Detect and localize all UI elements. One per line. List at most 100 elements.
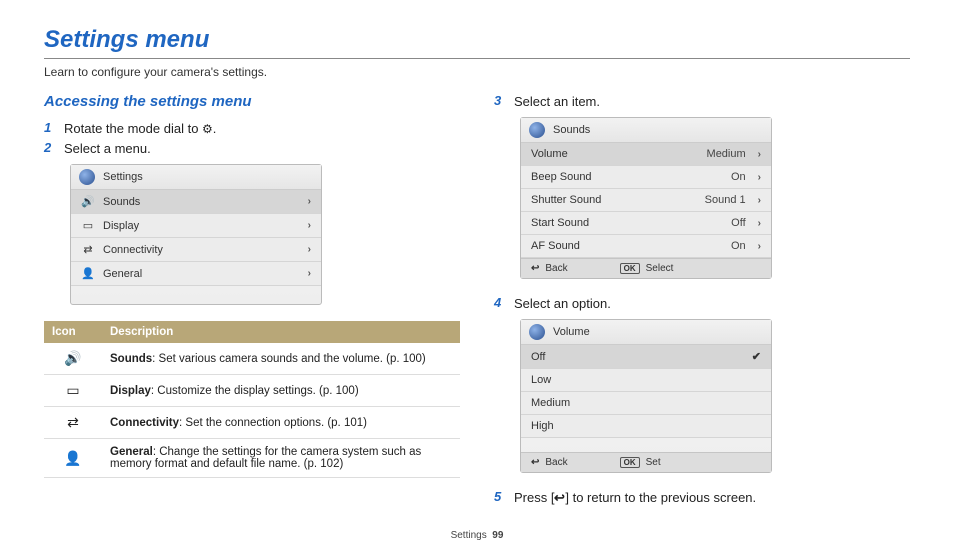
step-2: 2 Select a menu.	[44, 140, 460, 156]
volume-option-high[interactable]: High	[521, 415, 771, 438]
step-5: 5 Press [↪] to return to the previous sc…	[494, 489, 910, 506]
chevron-right-icon: ›	[308, 220, 311, 231]
camera-ui-volume: Volume Off ✔ Low Medium High ↪ Back OK S…	[520, 319, 772, 473]
sounds-item-shutter[interactable]: Shutter Sound Sound 1 ›	[521, 189, 771, 212]
volume-option-medium[interactable]: Medium	[521, 392, 771, 415]
section-heading: Accessing the settings menu	[44, 93, 460, 110]
display-icon: ▭	[44, 375, 102, 407]
row-desc: : Change the settings for the camera sys…	[110, 446, 421, 470]
camera-ui-sounds: Sounds Volume Medium › Beep Sound On › S…	[520, 117, 772, 279]
step-2-text: Select a menu.	[64, 140, 151, 156]
th-icon: Icon	[44, 321, 102, 343]
sounds-item-beep[interactable]: Beep Sound On ›	[521, 166, 771, 189]
chevron-right-icon: ›	[758, 172, 761, 183]
connectivity-icon: ⇄	[44, 407, 102, 439]
ok-icon: OK	[620, 263, 640, 274]
camera-ui-settings: Settings 🔊 Sounds › ▭ Display › ⇄ Connec…	[70, 164, 322, 305]
option-label: Off	[531, 351, 744, 363]
chevron-right-icon: ›	[758, 241, 761, 252]
icon-description-table: Icon Description 🔊 Sounds: Set various c…	[44, 321, 460, 478]
table-row: 🔊 Sounds: Set various camera sounds and …	[44, 343, 460, 375]
item-label: Beep Sound	[531, 171, 723, 183]
step-5-text-after: ] to return to the previous screen.	[565, 490, 756, 505]
footer-section: Settings	[451, 530, 487, 541]
mode-dial-icon	[529, 324, 545, 340]
item-value: On	[731, 171, 746, 183]
item-label: Start Sound	[531, 217, 723, 229]
cam2-title: Sounds	[553, 124, 590, 136]
menu-item-connectivity[interactable]: ⇄ Connectivity ›	[71, 238, 321, 262]
row-bold: Connectivity	[110, 417, 179, 429]
chevron-right-icon: ›	[758, 195, 761, 206]
step-4-text: Select an option.	[514, 295, 611, 311]
ok-icon: OK	[620, 457, 640, 468]
item-value: Medium	[707, 148, 746, 160]
chevron-right-icon: ›	[758, 218, 761, 229]
item-value: On	[731, 240, 746, 252]
sounds-item-af[interactable]: AF Sound On ›	[521, 235, 771, 258]
table-row: 👤 General: Change the settings for the c…	[44, 439, 460, 478]
gear-icon: ⚙	[202, 122, 213, 136]
menu-label: Sounds	[103, 196, 296, 208]
mode-dial-icon	[529, 122, 545, 138]
item-label: Volume	[531, 148, 699, 160]
page-footer: Settings 99	[0, 530, 954, 541]
step-number: 3	[494, 93, 506, 108]
sound-icon: 🔊	[44, 343, 102, 375]
footer-action-label[interactable]: Set	[646, 457, 661, 468]
menu-item-general[interactable]: 👤 General ›	[71, 262, 321, 286]
step-number: 5	[494, 489, 506, 504]
connectivity-icon: ⇄	[81, 243, 95, 256]
footer-back-label[interactable]: Back	[545, 457, 567, 468]
mode-dial-icon	[79, 169, 95, 185]
step-1-text-before: Rotate the mode dial to	[64, 121, 202, 136]
row-bold: Sounds	[110, 353, 152, 365]
chevron-right-icon: ›	[308, 268, 311, 279]
menu-label: General	[103, 268, 296, 280]
row-desc: : Set various camera sounds and the volu…	[152, 353, 426, 365]
option-label: Medium	[531, 397, 761, 409]
table-row: ▭ Display: Customize the display setting…	[44, 375, 460, 407]
item-label: Shutter Sound	[531, 194, 697, 206]
menu-label: Display	[103, 220, 296, 232]
title-rule	[44, 58, 910, 59]
row-desc: : Customize the display settings. (p. 10…	[151, 385, 359, 397]
table-row: ⇄ Connectivity: Set the connection optio…	[44, 407, 460, 439]
step-number: 2	[44, 140, 56, 155]
check-icon: ✔	[752, 350, 761, 363]
chevron-right-icon: ›	[308, 196, 311, 207]
step-1-text-after: .	[213, 121, 217, 136]
page-subtitle: Learn to configure your camera's setting…	[44, 65, 910, 79]
row-bold: General	[110, 446, 153, 458]
back-icon: ↪	[531, 263, 539, 274]
item-value: Off	[731, 217, 745, 229]
option-label: Low	[531, 374, 761, 386]
footer-page-number: 99	[492, 530, 503, 541]
step-number: 4	[494, 295, 506, 310]
cam3-title: Volume	[553, 326, 590, 338]
footer-action-label[interactable]: Select	[646, 263, 674, 274]
menu-label: Connectivity	[103, 244, 296, 256]
left-column: Accessing the settings menu 1 Rotate the…	[44, 93, 460, 510]
sounds-item-volume[interactable]: Volume Medium ›	[521, 143, 771, 166]
menu-item-sounds[interactable]: 🔊 Sounds ›	[71, 190, 321, 214]
step-3-text: Select an item.	[514, 93, 600, 109]
step-number: 1	[44, 120, 56, 135]
general-icon: 👤	[81, 267, 95, 280]
page-title: Settings menu	[44, 26, 910, 54]
step-1: 1 Rotate the mode dial to ⚙.	[44, 120, 460, 136]
step-3: 3 Select an item.	[494, 93, 910, 109]
sounds-item-start[interactable]: Start Sound Off ›	[521, 212, 771, 235]
option-label: High	[531, 420, 761, 432]
volume-option-off[interactable]: Off ✔	[521, 345, 771, 369]
sound-icon: 🔊	[81, 195, 95, 208]
item-value: Sound 1	[705, 194, 746, 206]
menu-item-display[interactable]: ▭ Display ›	[71, 214, 321, 238]
item-label: AF Sound	[531, 240, 723, 252]
back-icon: ↪	[531, 457, 539, 468]
right-column: 3 Select an item. Sounds Volume Medium ›…	[494, 93, 910, 510]
footer-back-label[interactable]: Back	[545, 263, 567, 274]
volume-option-low[interactable]: Low	[521, 369, 771, 392]
row-bold: Display	[110, 385, 151, 397]
step-4: 4 Select an option.	[494, 295, 910, 311]
